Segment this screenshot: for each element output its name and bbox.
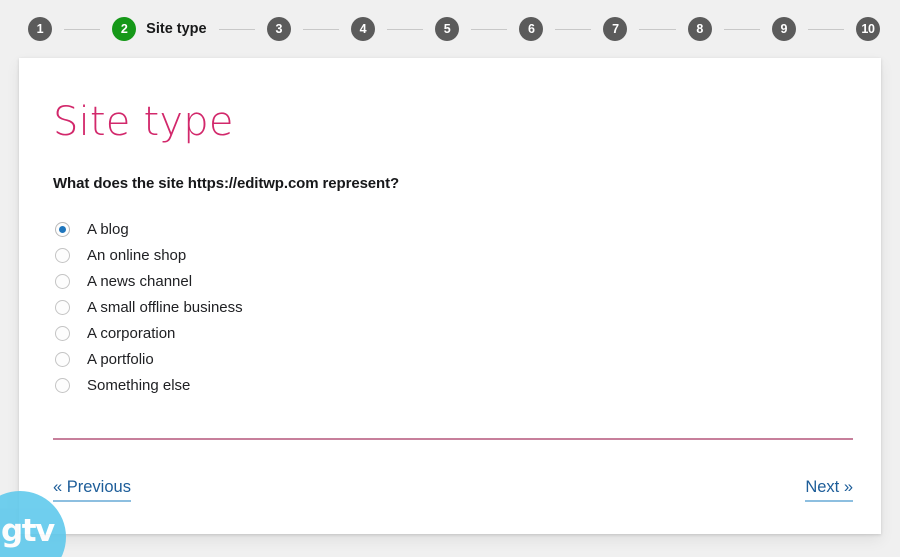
step-circle-3[interactable]: 3 [266, 17, 291, 41]
radio-option-label: Something else [87, 376, 191, 394]
radio-option[interactable]: A blog [53, 216, 847, 242]
step-connector [555, 28, 592, 30]
radio-option[interactable]: A news channel [53, 268, 847, 294]
radio-button-icon[interactable] [55, 273, 70, 289]
card-content: Site type What does the site https://edi… [19, 58, 881, 534]
step-connector [723, 28, 760, 30]
step-connector [471, 28, 508, 30]
previous-link[interactable]: « Previous [53, 478, 131, 502]
step-label-2: Site type [146, 21, 207, 37]
step-2[interactable]: 2 Site type [112, 17, 207, 41]
radio-option[interactable]: Something else [53, 372, 847, 398]
step-5[interactable]: 5 [435, 17, 460, 41]
step-6[interactable]: 6 [519, 17, 544, 41]
step-10[interactable]: 10 [855, 17, 880, 41]
step-circle-6[interactable]: 6 [519, 17, 544, 41]
step-1[interactable]: 1 [28, 17, 52, 41]
section-divider [53, 438, 853, 440]
page-title: Site type [53, 99, 234, 145]
footer-navigation: « Previous Next » [53, 478, 853, 502]
radio-button-icon[interactable] [55, 299, 70, 315]
radio-button-icon[interactable] [55, 325, 70, 341]
radio-option-label: A blog [87, 220, 129, 238]
radio-option-label: A corporation [87, 324, 176, 342]
radio-option-label: A news channel [87, 272, 193, 290]
step-connector [386, 28, 424, 30]
step-circle-1[interactable]: 1 [28, 17, 52, 41]
radio-option[interactable]: A portfolio [53, 346, 847, 372]
step-connector [639, 28, 676, 30]
step-circle-8[interactable]: 8 [687, 17, 712, 41]
step-connector [807, 28, 844, 30]
radio-option-label: A portfolio [87, 350, 154, 368]
radio-option-label: An online shop [87, 246, 187, 264]
step-circle-2[interactable]: 2 [112, 17, 137, 41]
step-9[interactable]: 9 [771, 17, 796, 41]
radio-option[interactable]: An online shop [53, 242, 847, 268]
site-type-radio-group[interactable]: A blog An online shop A news channel A smal… [53, 216, 847, 398]
radio-button-icon[interactable] [55, 351, 70, 367]
step-connector [218, 28, 255, 30]
step-4[interactable]: 4 [350, 17, 375, 41]
step-3[interactable]: 3 [266, 17, 291, 41]
step-circle-9[interactable]: 9 [771, 17, 796, 41]
next-link[interactable]: Next » [805, 478, 853, 502]
wizard-stepper: 1 2 Site type 3 4 5 6 7 8 9 10 [0, 0, 900, 58]
step-circle-7[interactable]: 7 [603, 17, 628, 41]
step-connector [64, 28, 101, 30]
wizard-card: Site type What does the site https://edi… [19, 58, 881, 534]
question-text: What does the site https://editwp.com re… [53, 175, 400, 192]
step-circle-5[interactable]: 5 [435, 17, 460, 41]
step-connector [302, 28, 339, 30]
step-7[interactable]: 7 [603, 17, 628, 41]
radio-option[interactable]: A corporation [53, 320, 847, 346]
radio-option-label: A small offline business [87, 298, 243, 316]
step-circle-4[interactable]: 4 [350, 17, 375, 41]
radio-button-icon[interactable] [55, 247, 70, 263]
radio-option[interactable]: A small offline business [53, 294, 847, 320]
radio-button-icon[interactable] [55, 377, 70, 393]
step-circle-10[interactable]: 10 [855, 17, 880, 41]
radio-button-icon[interactable] [55, 221, 70, 237]
step-8[interactable]: 8 [687, 17, 712, 41]
